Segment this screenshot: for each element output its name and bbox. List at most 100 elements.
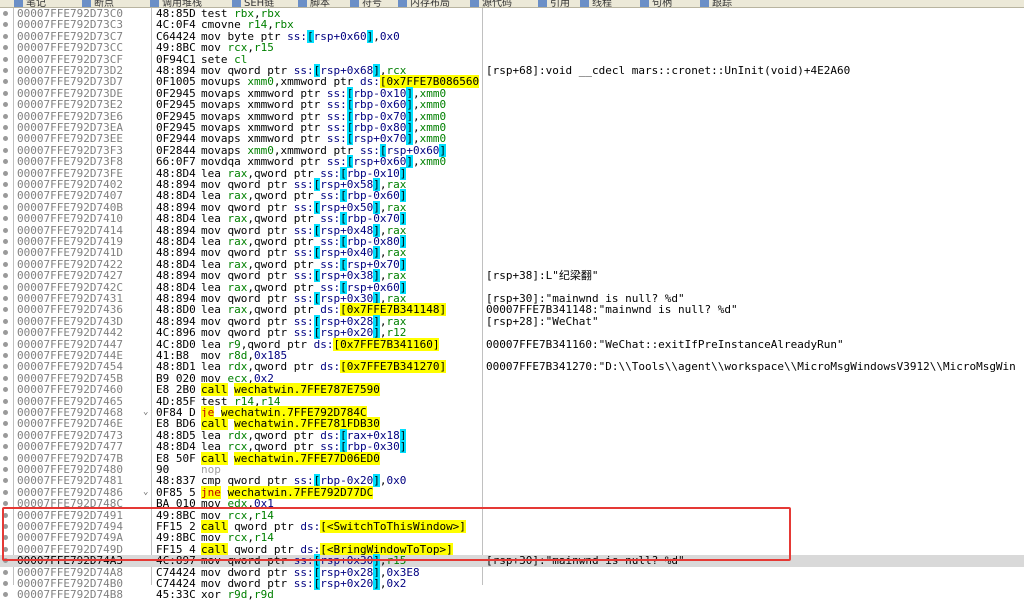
instruction-row[interactable]: 00007FFE792D73FE 48:8D4 lea rax,qword ptr … xyxy=(0,166,1024,180)
instruction-row[interactable]: 00007FFE792D73C0 48:85D test rbx,rbx xyxy=(0,8,1024,19)
toolbar-tab[interactable]: 句柄 xyxy=(640,0,672,7)
breakpoint-dot[interactable] xyxy=(3,341,8,347)
instruction-row[interactable]: 00007FFE792D7442 4C:896 mov qword ptr ss:[… xyxy=(0,326,1024,340)
instruction-row[interactable]: 00007FFE792D747B E8 50F call wechatwin.7FF… xyxy=(0,451,1024,465)
breakpoint-dot[interactable] xyxy=(3,11,8,16)
instruction-row[interactable]: 00007FFE792D7447 4C:8D0 lea r9,qword ptr d… xyxy=(0,337,1024,351)
instruction-row[interactable]: 00007FFE792D74A8 C74424 mov dword ptr ss:[… xyxy=(0,565,1024,579)
breakpoint-dot[interactable] xyxy=(3,273,8,279)
breakpoint-dot[interactable] xyxy=(3,261,8,267)
breakpoint-dot[interactable] xyxy=(3,501,8,507)
breakpoint-dot[interactable] xyxy=(3,147,8,153)
instruction-row[interactable]: 00007FFE792D73E6 0F2945 movaps xmmword ptr… xyxy=(0,109,1024,123)
instruction-row[interactable]: 00007FFE792D73D2 48:894 mov qword ptr ss:[… xyxy=(0,64,1024,77)
instruction-row[interactable]: 00007FFE792D7427 48:894 mov qword ptr ss:[… xyxy=(0,269,1024,283)
instruction-row[interactable]: 00007FFE792D7407 48:8D4 lea rax,qword ptr … xyxy=(0,189,1024,203)
breakpoint-dot[interactable] xyxy=(3,22,8,28)
breakpoint-dot[interactable] xyxy=(3,569,8,575)
instruction-row[interactable]: 00007FFE792D73F8 66:0F7 movdqa xmmword ptr… xyxy=(0,155,1024,169)
breakpoint-dot[interactable] xyxy=(3,125,8,130)
toolbar-tab[interactable]: 笔记 xyxy=(14,0,46,7)
instruction-row[interactable]: 00007FFE792D73C7 C64424 mov byte ptr ss:[r… xyxy=(0,29,1024,43)
toolbar-tab[interactable]: SEH链 xyxy=(232,0,274,7)
asm-token: 0x2 xyxy=(386,577,407,590)
breakpoint-dot[interactable] xyxy=(3,444,8,450)
breakpoint-dot[interactable] xyxy=(3,478,8,484)
instruction-row[interactable]: 00007FFE792D7454 48:8D1 lea rdx,qword ptr … xyxy=(0,360,1024,374)
breakpoint-dot[interactable] xyxy=(3,79,8,85)
instruction-row[interactable]: 00007FFE792D745B B9 020 mov ecx,0x2 xyxy=(0,373,1024,384)
breakpoint-dot[interactable] xyxy=(3,90,8,96)
breakpoint-dot[interactable] xyxy=(3,364,8,370)
breakpoint-dot[interactable] xyxy=(3,56,8,62)
breakpoint-dot[interactable] xyxy=(3,284,8,290)
instruction-row[interactable]: 00007FFE792D7477 48:8D4 lea rcx,qword ptr … xyxy=(0,440,1024,454)
breakpoint-dot[interactable] xyxy=(3,330,8,336)
breakpoint-dot[interactable] xyxy=(3,204,8,210)
breakpoint-dot[interactable] xyxy=(3,193,8,199)
breakpoint-dot[interactable] xyxy=(3,102,8,108)
instruction-row[interactable]: 00007FFE792D73DE 0F2945 movaps xmmword ptr… xyxy=(0,86,1024,100)
breakpoint-dot[interactable] xyxy=(3,467,8,472)
instruction-row[interactable]: 00007FFE792D7486 ⌄ 0F85 5 jne wechatwin.7FF… xyxy=(0,485,1024,499)
instruction-row[interactable]: 00007FFE792D73D7 0F1005 movups xmm0,xmmwor… xyxy=(0,75,1024,89)
instruction-row[interactable]: 00007FFE792D746E E8 BD6 call wechatwin.7FF… xyxy=(0,417,1024,431)
breakpoint-dot[interactable] xyxy=(3,421,8,427)
breakpoint-dot[interactable] xyxy=(3,387,8,393)
instruction-row[interactable]: 00007FFE792D7402 48:894 mov qword ptr ss:[… xyxy=(0,178,1024,191)
breakpoint-dot[interactable] xyxy=(3,45,8,51)
instruction-row[interactable]: 00007FFE792D73EE 0F2944 movaps xmmword ptr… xyxy=(0,132,1024,146)
toolbar-tab[interactable]: 源代码 xyxy=(470,0,512,7)
instruction-row[interactable]: 00007FFE792D7460 E8 2B0 call wechatwin.7FF… xyxy=(0,383,1024,397)
breakpoint-dot[interactable] xyxy=(3,68,8,73)
breakpoint-dot[interactable] xyxy=(3,182,8,187)
instruction-row[interactable]: 00007FFE792D74B0 C74424 mov dword ptr ss:[… xyxy=(0,577,1024,590)
instruction-row[interactable]: 00007FFE792D7414 48:894 mov qword ptr ss:[… xyxy=(0,223,1024,237)
toolbar-tab[interactable]: 线程 xyxy=(580,0,612,7)
toolbar-tab[interactable]: 符号 xyxy=(350,0,382,7)
instruction-row[interactable]: 00007FFE792D7473 48:8D5 lea rdx,qword ptr … xyxy=(0,428,1024,442)
breakpoint-dot[interactable] xyxy=(3,227,8,233)
breakpoint-dot[interactable] xyxy=(3,432,8,438)
breakpoint-dot[interactable] xyxy=(3,113,8,119)
breakpoint-dot[interactable] xyxy=(3,398,8,404)
instruction-row[interactable]: 00007FFE792D7419 48:8D4 lea rax,qword ptr … xyxy=(0,235,1024,248)
instruction-row[interactable]: 00007FFE792D73CC 49:8BC mov rcx,r15 xyxy=(0,42,1024,53)
toolbar-tab[interactable]: 断点 xyxy=(82,0,114,7)
breakpoint-dot[interactable] xyxy=(3,581,8,586)
breakpoint-dot[interactable] xyxy=(3,33,8,39)
instruction-row[interactable]: 00007FFE792D73EA 0F2945 movaps xmmword ptr… xyxy=(0,121,1024,134)
instruction-row[interactable]: 00007FFE792D740B 48:894 mov qword ptr ss:[… xyxy=(0,200,1024,214)
breakpoint-dot[interactable] xyxy=(3,489,8,495)
instruction-row[interactable]: 00007FFE792D74B8 45:33C xor r9d,r9d xyxy=(0,589,1024,600)
instruction-row[interactable]: 00007FFE792D73E2 0F2945 movaps xmmword ptr… xyxy=(0,98,1024,112)
instruction-row[interactable]: 00007FFE792D7481 48:837 cmp qword ptr ss:[… xyxy=(0,474,1024,488)
breakpoint-dot[interactable] xyxy=(3,250,8,256)
breakpoint-dot[interactable] xyxy=(3,410,8,415)
instruction-row[interactable]: 00007FFE792D743D 48:894 mov qword ptr ss:[… xyxy=(0,314,1024,328)
instruction-row[interactable]: 00007FFE792D7465 4D:85F test r14,r14 xyxy=(0,396,1024,407)
instruction-row[interactable]: 00007FFE792D7410 48:8D4 lea rax,qword ptr … xyxy=(0,212,1024,226)
breakpoint-dot[interactable] xyxy=(3,296,8,301)
breakpoint-dot[interactable] xyxy=(3,455,8,461)
instruction-row[interactable]: 00007FFE792D7480 90 nop xyxy=(0,464,1024,475)
toolbar-tab[interactable]: 脚本 xyxy=(298,0,330,7)
instruction-row[interactable]: 00007FFE792D741D 48:894 mov qword ptr ss:[… xyxy=(0,246,1024,260)
instruction-row[interactable]: 00007FFE792D73F3 0F2844 movaps xmm0,xmmwor… xyxy=(0,143,1024,157)
instruction-row[interactable]: 00007FFE792D73C3 4C:0F4 cmovne r14,rbx xyxy=(0,19,1024,30)
breakpoint-dot[interactable] xyxy=(3,159,8,165)
breakpoint-dot[interactable] xyxy=(3,216,8,222)
breakpoint-dot[interactable] xyxy=(3,239,8,244)
breakpoint-dot[interactable] xyxy=(3,136,8,142)
breakpoint-dot[interactable] xyxy=(3,307,8,313)
breakpoint-dot[interactable] xyxy=(3,170,8,176)
toolbar-tab[interactable]: 调用堆栈 xyxy=(150,0,202,7)
breakpoint-dot[interactable] xyxy=(3,318,8,324)
toolbar-tab[interactable]: 跟踪 xyxy=(700,0,732,7)
breakpoint-dot[interactable] xyxy=(3,353,8,358)
toolbar-tab[interactable]: 引用 xyxy=(538,0,570,7)
breakpoint-dot[interactable] xyxy=(3,375,8,381)
breakpoint-dot[interactable] xyxy=(3,592,8,598)
instruction-row[interactable]: 00007FFE792D7468 ⌄ 0F84 D je wechatwin.7FFE… xyxy=(0,406,1024,419)
toolbar-tab[interactable]: 内存布局 xyxy=(398,0,450,7)
